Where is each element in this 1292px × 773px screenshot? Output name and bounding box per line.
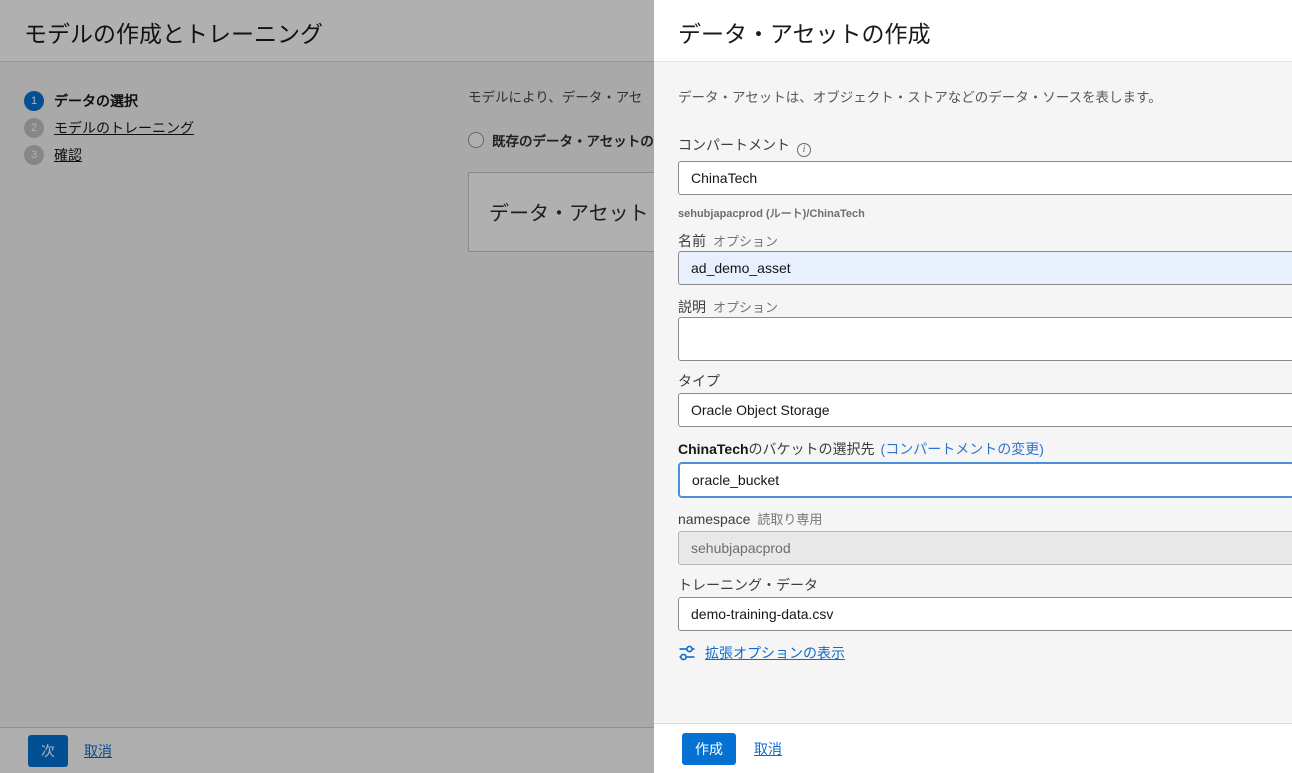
name-label: 名前オプション	[678, 231, 778, 251]
bucket-label: ChinaTechのバケットの選択先 (コンパートメントの変更)	[678, 439, 1044, 459]
compartment-path-helper: sehubjapacprod (ルート)/ChinaTech	[678, 205, 865, 221]
panel-footer: 作成 取消	[654, 723, 1292, 773]
show-advanced-options-link[interactable]: 拡張オプションの表示	[705, 643, 845, 663]
name-optional-tag: オプション	[713, 234, 778, 249]
training-data-label-text: トレーニング・データ	[678, 577, 818, 593]
training-data-input[interactable]	[678, 597, 1292, 631]
panel-cancel-link[interactable]: 取消	[754, 739, 782, 759]
create-data-asset-panel: データ・アセットの作成 データ・アセットは、オブジェクト・ストアなどのデータ・ソ…	[654, 0, 1292, 773]
description-label-text: 説明	[678, 299, 706, 315]
panel-title: データ・アセットの作成	[678, 15, 931, 49]
namespace-label-text: namespace	[678, 511, 750, 527]
info-icon[interactable]: i	[797, 143, 811, 157]
type-label-text: タイプ	[678, 373, 720, 389]
name-label-text: 名前	[678, 233, 706, 249]
namespace-label: namespace 読取り専用	[678, 509, 822, 528]
description-textarea[interactable]	[678, 317, 1292, 361]
advanced-options-row: 拡張オプションの表示	[678, 643, 845, 663]
bucket-compartment-name: ChinaTech	[678, 441, 749, 457]
bucket-label-text: のバケットの選択先	[749, 441, 875, 457]
namespace-readonly-tag: 読取り専用	[757, 512, 822, 527]
compartment-select[interactable]: ChinaTech	[678, 161, 1292, 195]
namespace-input	[678, 531, 1292, 565]
change-compartment-link[interactable]: (コンパートメントの変更)	[881, 441, 1044, 457]
type-label: タイプ	[678, 371, 720, 391]
training-data-label: トレーニング・データ	[678, 575, 818, 595]
compartment-label-text: コンパートメント	[678, 137, 790, 153]
panel-description: データ・アセットは、オブジェクト・ストアなどのデータ・ソースを表します。	[678, 86, 1162, 106]
description-optional-tag: オプション	[713, 300, 778, 315]
compartment-label: コンパートメント i	[678, 135, 811, 157]
type-select[interactable]: Oracle Object Storage	[678, 393, 1292, 427]
panel-header: データ・アセットの作成	[654, 0, 1292, 62]
panel-body: データ・アセットは、オブジェクト・ストアなどのデータ・ソースを表します。 コンパ…	[654, 62, 1292, 723]
name-input[interactable]	[678, 251, 1292, 285]
create-button[interactable]: 作成	[682, 733, 736, 765]
sliders-icon	[678, 644, 696, 662]
description-label: 説明オプション	[678, 297, 778, 317]
bucket-input[interactable]	[678, 462, 1292, 498]
